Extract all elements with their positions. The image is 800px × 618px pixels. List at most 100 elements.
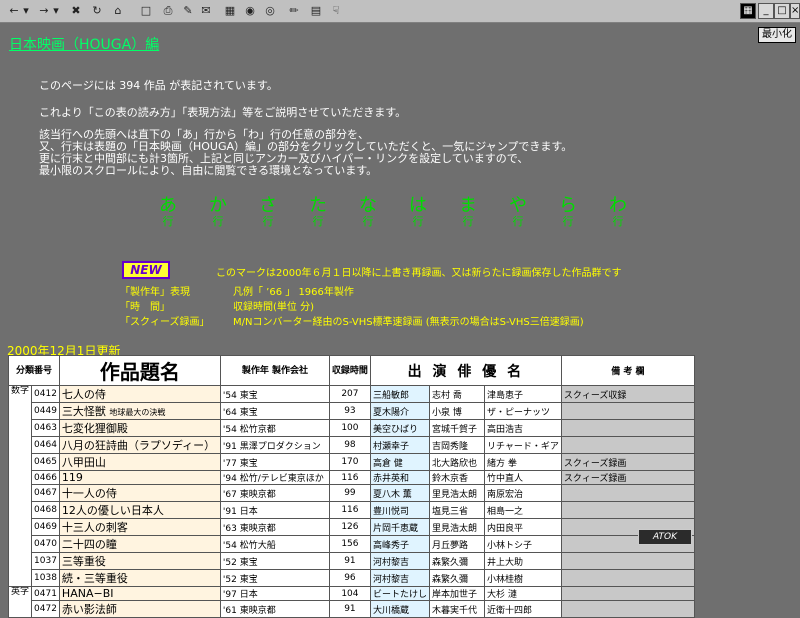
row-actor: 鈴木京香 — [428, 470, 485, 485]
row-actor: リチャード・ギア — [483, 436, 562, 454]
row-year: '97 日本 — [219, 586, 330, 601]
kana-link-wa[interactable]: わ行 — [608, 196, 628, 228]
row-minutes: 93 — [328, 402, 371, 420]
mail-icon[interactable]: ✉ — [198, 3, 214, 18]
row-year: '54 松竹大船 — [219, 535, 330, 553]
windows-flag-icon: ▦ — [740, 3, 756, 19]
row-note — [560, 586, 695, 601]
row-actor: 内田良平 — [483, 518, 562, 536]
row-number: 0467 — [31, 484, 60, 502]
row-title-text: 七変化狸御殿 — [61, 422, 128, 435]
earth-icon[interactable]: ◎ — [262, 3, 278, 18]
minimize-window-icon[interactable]: _ — [758, 3, 774, 19]
browser-toolbar: ← ▾ → ▾ ✖ ↻ ⌂ □ ⎙ ✎ ✉ ▦ ◉ ◎ ✏ ▤ ☟ ▦ _ □ … — [0, 0, 800, 23]
row-number: 0464 — [31, 436, 60, 454]
kana-link-ma[interactable]: ま行 — [458, 196, 478, 228]
note-icon[interactable]: ▤ — [308, 3, 324, 18]
pen-icon[interactable]: ✏ — [286, 3, 302, 18]
stop-icon[interactable]: ✖ — [68, 3, 84, 18]
globe-icon[interactable]: ◉ — [242, 3, 258, 18]
row-title: 七人の侍 — [58, 385, 221, 403]
row-number: 0465 — [31, 453, 60, 471]
category-cell: 英字 — [7, 586, 33, 618]
kana-link-ka[interactable]: か行 — [208, 196, 228, 228]
row-year: '64 東宝 — [219, 402, 330, 420]
row-title-text: 赤い影法師 — [61, 603, 117, 616]
row-actor: 大川橋蔵 — [369, 600, 430, 618]
row-actor: 月丘夢路 — [428, 535, 485, 553]
folder-icon[interactable]: □ — [138, 3, 154, 18]
table-row: 0449 三大怪獣 地球最大の決戦 '64 東宝 93 夏木陽介 小泉 博ザ・ピーナッツ — [9, 402, 695, 420]
row-actor: ビートたけし — [369, 586, 430, 601]
kana-link-ha[interactable]: は行 — [408, 196, 428, 228]
row-minutes: 100 — [328, 419, 371, 437]
row-number: 1038 — [31, 569, 60, 587]
hand-icon[interactable]: ☟ — [328, 3, 344, 18]
refresh-icon[interactable]: ↻ — [89, 3, 105, 18]
restore-window-icon[interactable]: □ — [774, 3, 790, 19]
header-notes: 備 考 欄 — [560, 355, 695, 386]
row-number: 0472 — [31, 600, 60, 618]
back-icon[interactable]: ← — [6, 3, 22, 18]
kana-link-na[interactable]: な行 — [358, 196, 378, 228]
row-actor: 北大路欣也 — [428, 453, 485, 471]
row-actor: 小林桂樹 — [483, 569, 562, 587]
kana-link-ya[interactable]: や行 — [508, 196, 528, 228]
row-note — [560, 484, 695, 502]
row-number: 0470 — [31, 535, 60, 553]
row-title: 119 — [58, 470, 221, 485]
row-actor: 森繁久彌 — [428, 569, 485, 587]
ime-atok-indicator[interactable]: ATOK — [638, 529, 692, 545]
film-table-body: 数字 0412 七人の侍 '54 東宝 207 三船敏郎 志村 喬津島恵子 スクィーズ収録 04… — [7, 385, 695, 618]
kana-link-a[interactable]: あ行 — [158, 196, 178, 228]
row-minutes: 207 — [328, 385, 371, 403]
row-note — [560, 552, 695, 570]
row-title: 12人の優しい日本人 — [58, 501, 221, 519]
back-dropdown-icon[interactable]: ▾ — [22, 3, 30, 18]
table-row: 0463 七変化狸御殿 '54 松竹京都 100 美空ひばり 宮城千賀子 高田浩吉 — [9, 419, 695, 437]
description-line: 最小限のスクロールにより、自由に閲覧できる環境となっています。 — [39, 164, 378, 177]
row-title-text: 十三人の刺客 — [61, 521, 128, 534]
page-icon[interactable]: ▦ — [222, 3, 238, 18]
row-note — [560, 436, 695, 454]
row-minutes: 104 — [328, 586, 371, 601]
row-actor: 志村 喬 — [428, 385, 485, 403]
row-title: 八月の狂詩曲（ラプソディー） — [58, 436, 221, 454]
row-note: スクィーズ収録 — [560, 385, 695, 403]
row-actor: 南原宏治 — [483, 484, 562, 502]
table-row: 0469 十三人の刺客 '63 東映京都 126 片岡千恵蔵 里見浩太朗 内田良平 — [9, 518, 695, 536]
row-actor: 夏木陽介 — [369, 402, 430, 420]
row-actor: 村瀬幸子 — [369, 436, 430, 454]
row-note: スクィーズ録画 — [560, 470, 695, 485]
row-year: '63 東映京都 — [219, 518, 330, 536]
kana-link-sa[interactable]: さ行 — [258, 196, 278, 228]
row-actor: 高峰秀子 — [369, 535, 430, 553]
row-number: 0463 — [31, 419, 60, 437]
row-number: 0471 — [31, 586, 60, 601]
legend-desc: 凡例「 ’66 」 1966年製作 — [233, 287, 354, 298]
page-title-link[interactable]: 日本映画（HOUGA）編 — [9, 34, 159, 54]
legend-term: 「時 間」 — [120, 302, 170, 313]
row-actor: 美空ひばり — [369, 419, 430, 437]
legend-desc: M/Nコンバーター経由のS-VHS標準速録画 (無表示の場合はS-VHS三倍速録… — [233, 317, 584, 328]
row-actor: 近衛十四郎 — [483, 600, 562, 618]
row-actor: 森繁久彌 — [428, 552, 485, 570]
row-year: '94 松竹/テレビ東京ほか — [219, 470, 330, 485]
minimize-button[interactable]: 最小化 — [758, 27, 796, 43]
row-note — [560, 569, 695, 587]
row-actor: 河村黎吉 — [369, 552, 430, 570]
edit-icon[interactable]: ✎ — [180, 3, 196, 18]
row-title-text: 12人の優しい日本人 — [61, 504, 164, 517]
row-actor: 井上大助 — [483, 552, 562, 570]
close-window-icon[interactable]: × — [790, 3, 800, 19]
row-year: '54 松竹京都 — [219, 419, 330, 437]
kana-link-ta[interactable]: た行 — [308, 196, 328, 228]
kana-link-ra[interactable]: ら行 — [558, 196, 578, 228]
header-actors: 出 演 俳 優 名 — [369, 355, 562, 386]
forward-dropdown-icon[interactable]: ▾ — [52, 3, 60, 18]
home-icon[interactable]: ⌂ — [110, 3, 126, 18]
forward-icon[interactable]: → — [36, 3, 52, 18]
work-count-text: このページには 394 作品 が表記されています。 — [39, 79, 278, 92]
row-actor: 塩見三省 — [428, 501, 485, 519]
print-icon[interactable]: ⎙ — [160, 3, 176, 18]
